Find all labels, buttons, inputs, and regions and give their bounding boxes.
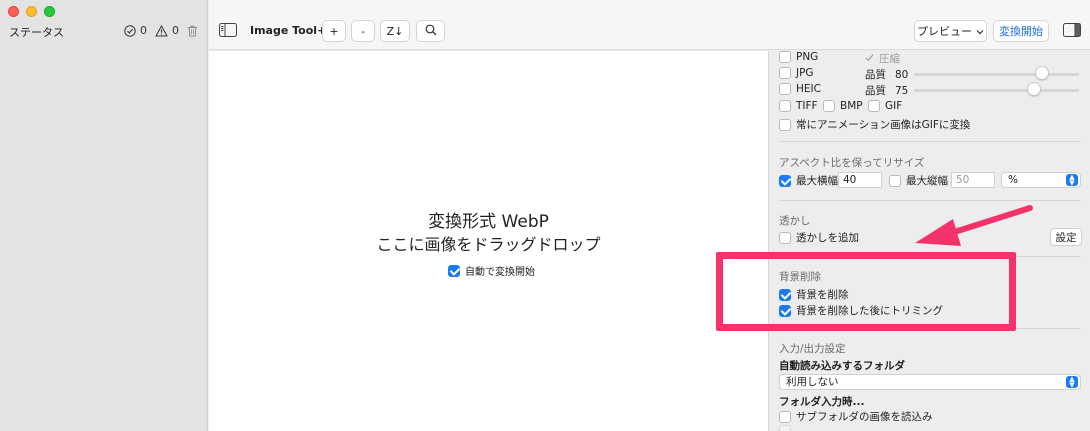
convert-button[interactable]: 変換開始: [993, 20, 1049, 42]
format-tiff-option[interactable]: TIFF: [779, 100, 818, 112]
tiff-label: TIFF: [796, 100, 818, 112]
settings-panel: PNG 圧縮 JPG 品質 80 HEIC 品質 75 TIFF BMP GIF: [768, 51, 1090, 431]
anim-gif-label: 常にアニメーション画像はGIFに変換: [796, 119, 971, 131]
preview-dropdown[interactable]: プレビュー: [914, 20, 987, 42]
bmp-checkbox[interactable]: [823, 100, 835, 112]
format-bmp-option[interactable]: BMP: [823, 100, 863, 112]
toolbar: Image Tool+ + - Z↓ プレビュー 変換開始: [209, 0, 1090, 50]
heic-quality-slider-knob[interactable]: [1027, 82, 1041, 96]
drop-subtitle: ここに画像をドラッグドロップ: [376, 235, 601, 254]
add-watermark-checkbox[interactable]: [779, 231, 791, 244]
format-gif-option[interactable]: GIF: [868, 100, 902, 112]
divider: [779, 141, 1081, 142]
auto-convert-label: 自動で変換開始: [465, 267, 535, 278]
heic-quality-slider[interactable]: [914, 89, 1079, 92]
format-png-option[interactable]: PNG: [779, 51, 818, 63]
check-circle-icon: [124, 24, 136, 37]
window-controls: [8, 6, 55, 17]
warning-icon: [155, 24, 168, 37]
subfolder-option[interactable]: サブフォルダの画像を読込み: [779, 409, 933, 424]
jpg-quality-value: 80: [895, 68, 909, 81]
add-watermark-option[interactable]: 透かしを追加: [779, 230, 859, 245]
max-width-label: 最大横幅: [796, 175, 838, 187]
max-width-checkbox[interactable]: [779, 174, 791, 187]
status-counts: 0 0: [124, 24, 198, 37]
ok-count: 0: [140, 24, 147, 37]
sort-button[interactable]: Z↓: [380, 20, 410, 42]
auto-convert-option[interactable]: 自動で変換開始: [448, 263, 535, 278]
jpg-quality-slider[interactable]: [914, 73, 1079, 76]
status-label: ステータス: [9, 26, 64, 39]
checkmark-icon: [865, 53, 874, 65]
resize-unit-value: %: [1008, 174, 1018, 186]
png-label: PNG: [796, 51, 819, 63]
close-window-button[interactable]: [8, 6, 19, 17]
jpg-label: JPG: [796, 67, 814, 79]
minimize-window-button[interactable]: [26, 6, 37, 17]
drop-title: 変換形式 WebP: [428, 212, 549, 232]
max-height-input[interactable]: 50: [951, 172, 995, 188]
subfolder-label: サブフォルダの画像を読込み: [796, 411, 933, 423]
chevron-down-icon: [976, 25, 984, 38]
heic-quality: 品質 75: [865, 83, 908, 98]
format-heic-option[interactable]: HEIC: [779, 83, 821, 95]
max-width-option[interactable]: 最大横幅: [779, 173, 838, 188]
gif-label: GIF: [885, 100, 903, 112]
heic-quality-label: 品質: [865, 85, 886, 97]
max-height-option[interactable]: 最大縦幅: [889, 173, 948, 188]
auto-folder-title: 自動読み込みするフォルダ: [779, 360, 905, 372]
gif-checkbox[interactable]: [868, 100, 880, 112]
jpg-quality-slider-knob[interactable]: [1035, 66, 1049, 80]
heic-checkbox[interactable]: [779, 83, 791, 95]
toggle-sidebar-button[interactable]: [217, 20, 239, 42]
app-title: Image Tool+: [250, 24, 327, 37]
watermark-section-title: 透かし: [779, 215, 811, 227]
partially-visible-option: [779, 425, 791, 431]
up-down-icon: ▲ ▼: [1066, 174, 1078, 187]
png-checkbox[interactable]: [779, 51, 791, 63]
jpg-checkbox[interactable]: [779, 67, 791, 79]
preview-label: プレビュー: [917, 25, 972, 38]
search-button[interactable]: [416, 20, 445, 42]
divider: [779, 200, 1081, 201]
compress-label: 圧縮: [879, 53, 900, 65]
heic-label: HEIC: [796, 83, 821, 95]
sidebar: ステータス 0 0: [0, 0, 208, 431]
max-width-input[interactable]: 40: [838, 172, 882, 188]
io-section-title: 入力/出力設定: [779, 343, 846, 355]
auto-convert-checkbox[interactable]: [448, 264, 460, 277]
format-jpg-option[interactable]: JPG: [779, 67, 814, 79]
up-down-icon: ▲ ▼: [1066, 376, 1078, 389]
inspector-icon: [1063, 22, 1081, 40]
compress-option: 圧縮: [865, 51, 900, 66]
partially-visible-checkbox: [779, 425, 791, 431]
bmp-label: BMP: [840, 100, 863, 112]
add-watermark-label: 透かしを追加: [796, 232, 859, 244]
tiff-checkbox[interactable]: [779, 100, 791, 112]
jpg-quality-label: 品質: [865, 69, 886, 81]
highlight-box: [716, 252, 1016, 331]
toggle-inspector-button[interactable]: [1061, 20, 1083, 42]
watermark-settings-button[interactable]: 設定: [1050, 228, 1082, 246]
trash-icon[interactable]: [187, 25, 198, 37]
folder-input-title: フォルダ入力時...: [779, 396, 865, 408]
search-icon: [425, 24, 437, 39]
resize-unit-select[interactable]: % ▲ ▼: [1001, 172, 1081, 188]
auto-folder-select[interactable]: 利用しない ▲ ▼: [779, 374, 1081, 390]
remove-button[interactable]: -: [351, 20, 375, 42]
anim-gif-checkbox[interactable]: [779, 118, 791, 131]
drop-area[interactable]: 変換形式 WebP ここに画像をドラッグドロップ 自動で変換開始: [209, 51, 768, 431]
auto-folder-value: 利用しない: [786, 376, 839, 388]
jpg-quality: 品質 80: [865, 67, 908, 82]
max-height-label: 最大縦幅: [906, 175, 948, 187]
resize-section-title: アスペクト比を保ってリサイズ: [779, 157, 925, 169]
anim-gif-option[interactable]: 常にアニメーション画像はGIFに変換: [779, 117, 970, 132]
sidebar-icon: [219, 22, 237, 40]
max-height-checkbox[interactable]: [889, 174, 901, 187]
warning-count: 0: [172, 24, 179, 37]
add-button[interactable]: +: [322, 20, 346, 42]
subfolder-checkbox[interactable]: [779, 410, 791, 423]
heic-quality-value: 75: [895, 84, 909, 97]
zoom-window-button[interactable]: [44, 6, 55, 17]
